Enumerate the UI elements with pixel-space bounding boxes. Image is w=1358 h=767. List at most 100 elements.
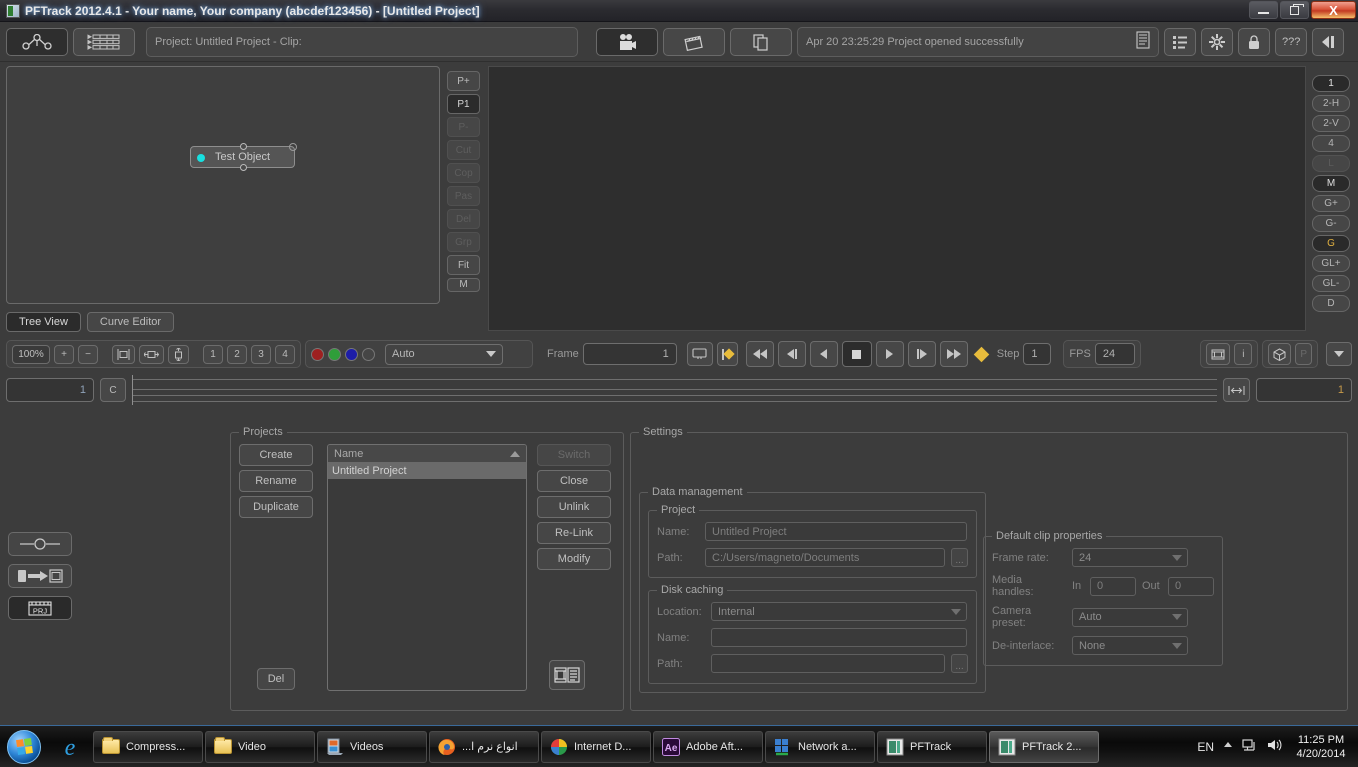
list-item[interactable]: Untitled Project bbox=[328, 463, 526, 479]
node-connector-bottom[interactable] bbox=[240, 164, 247, 171]
project-path-input[interactable]: C:/Users/magneto/Documents bbox=[705, 548, 945, 567]
range-width-icon[interactable] bbox=[1223, 378, 1250, 402]
window-title-bar[interactable]: PFTrack 2012.4.1 - Your name, Your compa… bbox=[0, 0, 1358, 22]
taskbar-item-compress[interactable]: Compress... bbox=[93, 730, 203, 763]
tree-button-cut[interactable]: Cut bbox=[447, 140, 480, 160]
fps-input[interactable]: 24 bbox=[1094, 343, 1135, 365]
alpha-channel-dot[interactable] bbox=[362, 347, 375, 361]
timeline-in-field[interactable]: 1 bbox=[6, 378, 94, 402]
clock[interactable]: 11:25 PM 4/20/2014 bbox=[1290, 733, 1352, 761]
viewer-button-4[interactable]: 4 bbox=[1312, 135, 1350, 152]
channel-button-2[interactable]: 2 bbox=[227, 344, 247, 364]
rewind-icon[interactable] bbox=[745, 341, 774, 367]
project-name-input[interactable]: Untitled Project bbox=[705, 522, 967, 541]
viewer-button-l[interactable]: L bbox=[1312, 155, 1350, 172]
red-channel-dot[interactable] bbox=[311, 347, 324, 361]
play-icon[interactable] bbox=[875, 341, 904, 367]
monitor-icon[interactable] bbox=[686, 342, 713, 366]
lock-icon[interactable] bbox=[1238, 27, 1270, 56]
tree-button-fit[interactable]: Fit bbox=[447, 255, 480, 275]
taskbar-item-pftrack[interactable]: PFTrack bbox=[877, 730, 987, 763]
viewer-button-2h[interactable]: 2-H bbox=[1312, 95, 1350, 112]
create-project-button[interactable]: Create bbox=[239, 444, 313, 466]
minimize-button[interactable] bbox=[1249, 1, 1278, 19]
node-tree-canvas[interactable]: Test Object bbox=[6, 66, 440, 304]
channel-button-4[interactable]: 4 bbox=[275, 344, 295, 364]
exit-icon[interactable] bbox=[1312, 27, 1345, 56]
step-back-icon[interactable] bbox=[809, 341, 838, 367]
camera-icon[interactable] bbox=[596, 27, 658, 56]
channel-button-1[interactable]: 1 bbox=[203, 344, 223, 364]
deinterlace-select[interactable]: None bbox=[1072, 636, 1188, 655]
language-indicator[interactable]: EN bbox=[1197, 740, 1214, 754]
viewer-button-g-minus[interactable]: G- bbox=[1312, 215, 1350, 232]
media-handles-in-input[interactable]: 0 bbox=[1090, 576, 1136, 596]
viewer-button-g-plus[interactable]: G+ bbox=[1312, 195, 1350, 212]
taskbar-item-internet-download-manager[interactable]: Internet D... bbox=[541, 730, 651, 763]
channel-button-3[interactable]: 3 bbox=[251, 344, 271, 364]
viewer-button-g[interactable]: G bbox=[1312, 235, 1350, 252]
green-channel-dot[interactable] bbox=[328, 347, 341, 361]
duplicate-project-button[interactable]: Duplicate bbox=[239, 496, 313, 518]
close-project-button[interactable]: Close bbox=[537, 470, 611, 492]
viewer-button-d[interactable]: D bbox=[1312, 295, 1350, 312]
internet-explorer-icon[interactable]: e bbox=[48, 727, 92, 767]
tree-button-p-minus[interactable]: P- bbox=[447, 117, 480, 137]
chevron-up-icon[interactable] bbox=[1222, 740, 1234, 753]
node-connector-top[interactable] bbox=[240, 143, 247, 150]
cache-location-select[interactable]: Internal bbox=[711, 602, 967, 621]
projects-list-header[interactable]: Name bbox=[328, 445, 526, 463]
gear-icon[interactable] bbox=[1201, 27, 1233, 56]
cache-path-input[interactable] bbox=[711, 654, 945, 673]
tree-button-menu[interactable]: M bbox=[447, 278, 480, 292]
keyframe-first-icon[interactable] bbox=[716, 342, 738, 366]
zoom-in-button[interactable]: + bbox=[54, 344, 74, 364]
tab-tree-view[interactable]: Tree View bbox=[6, 312, 81, 332]
projects-list[interactable]: Name Untitled Project bbox=[327, 444, 527, 691]
tree-button-delete[interactable]: Del bbox=[447, 209, 480, 229]
step-forward-icon[interactable] bbox=[907, 341, 936, 367]
tab-curve-editor[interactable]: Curve Editor bbox=[86, 312, 175, 332]
modify-project-button[interactable]: Modify bbox=[537, 548, 611, 570]
restore-button[interactable] bbox=[1280, 1, 1309, 19]
file-copy-icon[interactable] bbox=[730, 27, 792, 56]
frame-rate-select[interactable]: 24 bbox=[1072, 548, 1188, 567]
node-graph-icon[interactable] bbox=[6, 27, 68, 56]
viewer-button-2v[interactable]: 2-V bbox=[1312, 115, 1350, 132]
sort-ascending-icon[interactable] bbox=[510, 450, 520, 457]
taskbar-item-videos[interactable]: Videos bbox=[317, 730, 427, 763]
import-clip-icon[interactable] bbox=[8, 564, 72, 588]
fit-width-icon[interactable] bbox=[139, 344, 164, 364]
viewer-button-1[interactable]: 1 bbox=[1312, 75, 1350, 92]
menu-list-icon[interactable] bbox=[1164, 27, 1196, 56]
tree-button-paste[interactable]: Pas bbox=[447, 186, 480, 206]
camera-preset-select[interactable]: Auto bbox=[1072, 607, 1188, 627]
taskbar-item-video[interactable]: Video bbox=[205, 730, 315, 763]
rename-project-button[interactable]: Rename bbox=[239, 470, 313, 492]
cache-button[interactable]: C bbox=[100, 378, 126, 402]
prev-keyframe-icon[interactable] bbox=[777, 341, 806, 367]
close-button[interactable]: X bbox=[1311, 1, 1356, 19]
taskbar-item-after-effects[interactable]: Ae Adobe Aft... bbox=[653, 730, 763, 763]
stop-icon[interactable] bbox=[841, 341, 872, 367]
viewer-button-gl-minus[interactable]: GL- bbox=[1312, 275, 1350, 292]
node-slider-icon[interactable] bbox=[8, 532, 72, 556]
unlink-project-button[interactable]: Unlink bbox=[537, 496, 611, 518]
tree-button-p-plus[interactable]: P+ bbox=[447, 71, 480, 91]
cube-3d-icon[interactable] bbox=[1268, 343, 1292, 365]
timeline-track[interactable] bbox=[132, 375, 1217, 405]
node-test-object[interactable]: Test Object bbox=[190, 143, 297, 171]
fit-height-icon[interactable] bbox=[168, 344, 189, 364]
log-lines-icon[interactable] bbox=[1136, 31, 1150, 52]
zoom-out-button[interactable]: − bbox=[78, 344, 98, 364]
cache-name-input[interactable] bbox=[711, 628, 967, 647]
volume-icon[interactable] bbox=[1266, 737, 1282, 756]
zoom-level-field[interactable]: 100% bbox=[12, 344, 50, 364]
film-strip-icon[interactable] bbox=[1206, 343, 1231, 365]
project-path-browse-button[interactable]: ... bbox=[951, 548, 968, 567]
switch-project-button[interactable]: Switch bbox=[537, 444, 611, 466]
project-clapper-icon[interactable]: PRJ bbox=[8, 596, 72, 620]
help-button[interactable]: ??? bbox=[1275, 27, 1308, 56]
taskbar-item-pftrack-2[interactable]: PFTrack 2... bbox=[989, 730, 1099, 763]
media-handles-out-input[interactable]: 0 bbox=[1168, 576, 1214, 596]
